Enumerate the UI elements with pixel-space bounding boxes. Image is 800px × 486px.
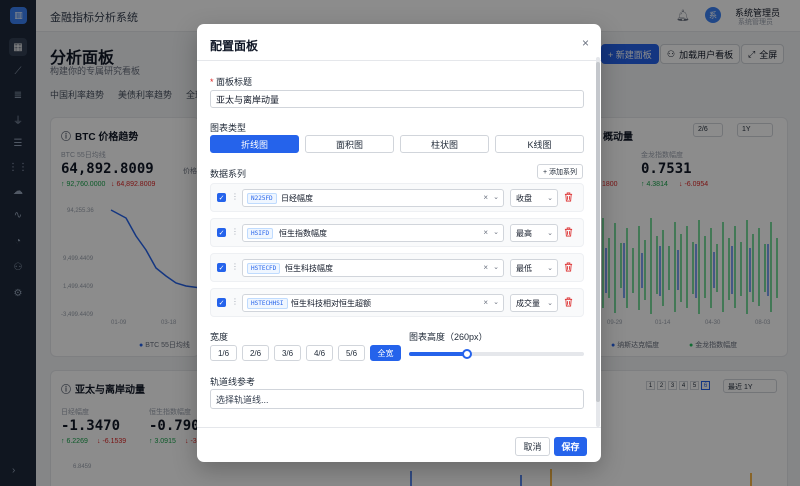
- series-indicator-select[interactable]: HSIFD 恒生指数幅度 × ⌄: [242, 224, 504, 242]
- series-name: 恒生指数幅度: [279, 229, 327, 238]
- height-slider[interactable]: [409, 349, 584, 359]
- chevron-down-icon: ⌄: [547, 265, 553, 272]
- clear-icon[interactable]: ×: [483, 228, 488, 237]
- chevron-down-icon: ⌄: [547, 195, 553, 202]
- series-indicator-select[interactable]: N225FD 日经幅度 × ⌄: [242, 189, 504, 207]
- trash-icon[interactable]: [564, 192, 573, 202]
- width-option[interactable]: 4/6: [306, 345, 333, 361]
- guide-select[interactable]: 选择轨道线...: [210, 389, 584, 409]
- series-field-value: 成交量: [516, 298, 540, 308]
- chevron-down-icon: ⌄: [547, 230, 553, 237]
- clear-icon[interactable]: ×: [483, 193, 488, 202]
- width-option-full[interactable]: 全宽: [370, 345, 401, 361]
- modal-scroll-thumb[interactable]: [596, 62, 600, 402]
- series-row: ✓ ⋮⋮ HSIFD 恒生指数幅度 × ⌄ 最高 ⌄: [210, 218, 584, 247]
- add-series-button[interactable]: + 添加系列: [537, 164, 584, 179]
- series-label: 数据系列: [210, 169, 247, 179]
- series-row: ✓ ⋮⋮ HSTECFD 恒生科技幅度 × ⌄ 最低 ⌄: [210, 253, 584, 282]
- series-field-select[interactable]: 最低 ⌄: [510, 259, 558, 277]
- series-field-value: 收盘: [516, 193, 532, 203]
- height-slider-fill: [409, 352, 467, 356]
- width-label: 宽度: [210, 332, 229, 342]
- series-code: HSTECFD: [247, 263, 281, 274]
- trash-icon[interactable]: [564, 262, 573, 272]
- close-icon[interactable]: ×: [582, 36, 589, 50]
- series-checkbox[interactable]: ✓: [217, 298, 226, 307]
- trash-icon[interactable]: [564, 297, 573, 307]
- series-name: 恒生科技相对恒生超额: [291, 299, 371, 308]
- clear-icon[interactable]: ×: [483, 298, 488, 307]
- series-checkbox[interactable]: ✓: [217, 263, 226, 272]
- panel-title-input[interactable]: 亚太与离岸动量: [210, 90, 584, 108]
- chart-type-area[interactable]: 面积图: [305, 135, 394, 153]
- chevron-down-icon: ⌄: [493, 194, 499, 201]
- trash-icon[interactable]: [564, 227, 573, 237]
- series-indicator-select[interactable]: HSTECFD 恒生科技幅度 × ⌄: [242, 259, 504, 277]
- series-field-value: 最低: [516, 263, 532, 273]
- chevron-down-icon: ⌄: [493, 299, 499, 306]
- series-field-select[interactable]: 成交量 ⌄: [510, 294, 558, 312]
- chart-type-candlestick[interactable]: K线图: [495, 135, 584, 153]
- series-indicator-select[interactable]: HSTECHHSI 恒生科技相对恒生超额 × ⌄: [242, 294, 504, 312]
- width-option[interactable]: 2/6: [242, 345, 269, 361]
- width-option[interactable]: 3/6: [274, 345, 301, 361]
- modal-title: 配置面板: [210, 39, 259, 53]
- series-field-value: 最高: [516, 228, 532, 238]
- series-row: ✓ ⋮⋮ N225FD 日经幅度 × ⌄ 收盘 ⌄: [210, 183, 584, 212]
- series-field-select[interactable]: 最高 ⌄: [510, 224, 558, 242]
- chart-type-bar[interactable]: 柱状图: [400, 135, 489, 153]
- width-option[interactable]: 5/6: [338, 345, 365, 361]
- series-code: N225FD: [247, 193, 277, 204]
- save-button[interactable]: 保存: [554, 437, 587, 456]
- series-row: ✓ ⋮⋮ HSTECHHSI 恒生科技相对恒生超额 × ⌄ 成交量 ⌄: [210, 288, 584, 317]
- guide-label: 轨道线参考: [210, 377, 256, 387]
- clear-icon[interactable]: ×: [483, 263, 488, 272]
- chevron-down-icon: ⌄: [493, 229, 499, 236]
- modal-footer-divider: [197, 427, 601, 428]
- height-slider-thumb[interactable]: [461, 349, 472, 359]
- panel-title-label: * 面板标题: [210, 75, 252, 88]
- series-field-select[interactable]: 收盘 ⌄: [510, 189, 558, 207]
- cancel-button[interactable]: 取消: [515, 437, 550, 456]
- width-option[interactable]: 1/6: [210, 345, 237, 361]
- series-checkbox[interactable]: ✓: [217, 228, 226, 237]
- series-checkbox[interactable]: ✓: [217, 193, 226, 202]
- chart-type-label: 图表类型: [210, 123, 247, 133]
- series-name: 恒生科技幅度: [285, 264, 333, 273]
- series-code: HSIFD: [247, 228, 274, 239]
- series-name: 日经幅度: [281, 194, 313, 203]
- series-code: HSTECHHSI: [247, 298, 288, 309]
- chevron-down-icon: ⌄: [493, 264, 499, 271]
- height-label: 图表高度（260px）: [409, 332, 488, 342]
- chevron-down-icon: ⌄: [547, 300, 553, 307]
- panel-title-label-text: 面板标题: [216, 77, 253, 87]
- modal-divider: [197, 60, 601, 61]
- chart-type-line[interactable]: 折线图: [210, 135, 299, 153]
- required-mark: *: [210, 77, 214, 87]
- config-modal: 配置面板 × * 面板标题 亚太与离岸动量 图表类型 折线图 面积图 柱状图 K…: [197, 24, 601, 462]
